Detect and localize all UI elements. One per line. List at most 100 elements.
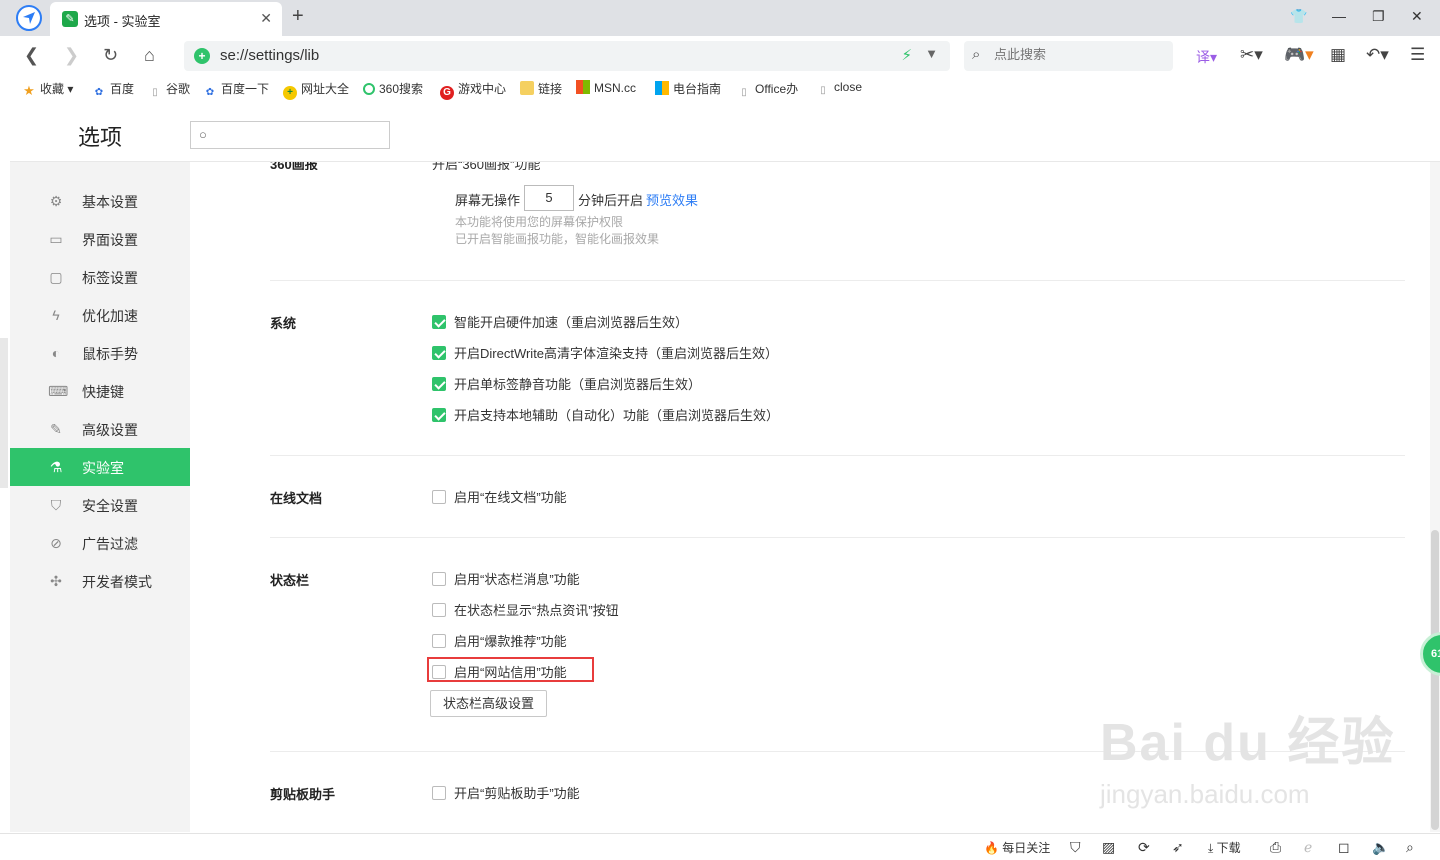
- grid-icon[interactable]: ▦: [1330, 45, 1346, 65]
- close-window-button[interactable]: ✕: [1411, 8, 1423, 25]
- sidebar-item-speedup[interactable]: ϟ 优化加速: [10, 296, 190, 334]
- bookmark-item[interactable]: ▯ close: [816, 80, 862, 98]
- zoom-icon[interactable]: ⌕: [1406, 839, 1414, 856]
- image-icon[interactable]: ▨: [1102, 839, 1115, 856]
- sidebar-item-security[interactable]: ⛉ 安全设置: [10, 486, 190, 524]
- bookmark-item[interactable]: G 游戏中心: [440, 80, 506, 100]
- game-controller-icon[interactable]: 🎮▾: [1284, 45, 1314, 65]
- window-icon[interactable]: ◻: [1338, 839, 1350, 856]
- divider: [270, 537, 1405, 538]
- close-tab-icon[interactable]: ✕: [260, 10, 272, 27]
- scrollbar-thumb[interactable]: [1431, 530, 1439, 830]
- game-g-icon: G: [440, 86, 454, 100]
- rocket-icon[interactable]: ➶: [1172, 839, 1184, 856]
- checkbox[interactable]: [432, 634, 446, 648]
- sidebar-item-mouse[interactable]: ◐ 鼠标手势: [10, 334, 190, 372]
- sidebar-item-shortcuts[interactable]: ⌨ 快捷键: [10, 372, 190, 410]
- sidebar-item-basic[interactable]: ⚙ 基本设置: [10, 182, 190, 220]
- idle-prefix: 屏幕无操作: [455, 193, 521, 208]
- checkbox[interactable]: [432, 408, 446, 422]
- section-label-screensaver: 360画报: [270, 162, 318, 170]
- statusbar-option[interactable]: 启用“状态栏消息”功能: [432, 569, 580, 588]
- statusbar-advanced-button[interactable]: 状态栏高级设置: [430, 690, 547, 717]
- bookmark-item[interactable]: ✿ 百度一下: [203, 80, 269, 100]
- star-icon: ★: [23, 83, 35, 98]
- system-option[interactable]: 开启单标签静音功能（重启浏览器后生效）: [432, 374, 701, 393]
- checkbox[interactable]: [432, 572, 446, 586]
- tab-title: 选项 - 实验室: [84, 14, 161, 29]
- sidebar-item-lab[interactable]: ⚗ 实验室: [10, 448, 190, 486]
- translate-icon[interactable]: 译▾: [1196, 47, 1217, 67]
- search-input[interactable]: [994, 47, 1164, 62]
- skin-icon[interactable]: 👕: [1290, 8, 1307, 25]
- scissors-icon[interactable]: ✂▾: [1240, 45, 1263, 65]
- minimize-button[interactable]: —: [1332, 8, 1346, 24]
- shield-status-icon[interactable]: ⛉: [1070, 839, 1081, 856]
- shield-icon: ⛉: [50, 497, 62, 513]
- sidebar-item-developer[interactable]: ✣ 开发者模式: [10, 562, 190, 600]
- refresh-icon[interactable]: ⟳: [1138, 839, 1150, 856]
- checkbox[interactable]: [432, 346, 446, 360]
- url-text[interactable]: se://settings/lib: [220, 47, 319, 64]
- search-box[interactable]: ⌕: [964, 41, 1173, 71]
- window-icon: ▭: [49, 231, 63, 247]
- reload-button[interactable]: ↻: [103, 45, 118, 66]
- home-button[interactable]: ⌂: [144, 45, 155, 66]
- checkbox[interactable]: [432, 377, 446, 391]
- checkbox[interactable]: [432, 315, 446, 329]
- bookmark-item[interactable]: 电台指南: [655, 80, 721, 97]
- forward-button[interactable]: ❯: [64, 45, 79, 66]
- bookmark-item[interactable]: + 网址大全: [283, 80, 349, 100]
- sidebar-item-tabs[interactable]: ▢ 标签设置: [10, 258, 190, 296]
- system-option[interactable]: 开启DirectWrite高清字体渲染支持（重启浏览器后生效）: [432, 343, 778, 362]
- search-icon: ○: [199, 127, 207, 142]
- bookmark-item[interactable]: ✿ 百度: [92, 80, 134, 100]
- statusbar-option[interactable]: 在状态栏显示“热点资讯”按钮: [432, 600, 619, 619]
- statusbar-option[interactable]: 启用“爆款推荐”功能: [432, 631, 567, 650]
- browser-logo-icon[interactable]: [16, 5, 42, 31]
- download-button[interactable]: ⤓ 下载: [1208, 839, 1241, 856]
- flame-icon: 🔥: [984, 841, 999, 855]
- daily-focus-button[interactable]: 🔥 每日关注: [984, 839, 1050, 856]
- checkbox[interactable]: [432, 603, 446, 617]
- folder-icon: [520, 81, 534, 95]
- bookmark-item[interactable]: 360搜索: [363, 80, 423, 97]
- menu-icon[interactable]: ☰: [1410, 45, 1425, 65]
- bookmark-item[interactable]: ★ 收藏 ▾: [22, 80, 73, 98]
- search-q-icon: [363, 83, 375, 95]
- sidebar-item-advanced[interactable]: ✎ 高级设置: [10, 410, 190, 448]
- wrench-icon: ✎: [62, 11, 78, 27]
- print-icon[interactable]: ⎙: [1270, 839, 1281, 856]
- settings-search-input[interactable]: ○: [190, 121, 390, 149]
- restore-button[interactable]: ❐: [1372, 8, 1385, 25]
- undo-icon[interactable]: ↶▾: [1366, 45, 1389, 65]
- screensaver-note: 本功能将使用您的屏幕保护权限: [455, 215, 624, 229]
- chevron-down-icon[interactable]: ▼: [925, 46, 938, 61]
- screensaver-option[interactable]: 开启“360画报”功能: [432, 162, 540, 170]
- volume-icon[interactable]: 🔈: [1372, 839, 1389, 856]
- ie-icon[interactable]: ℯ: [1304, 839, 1312, 856]
- bookmark-item[interactable]: ▯ Office办: [737, 80, 798, 100]
- sidebar-item-adblock[interactable]: ⊘ 广告过滤: [10, 524, 190, 562]
- sidebar-collapse-handle[interactable]: [0, 338, 8, 488]
- system-option[interactable]: 开启支持本地辅助（自动化）功能（重启浏览器后生效）: [432, 405, 779, 424]
- new-tab-button[interactable]: +: [292, 5, 304, 28]
- idle-minutes-input[interactable]: 5: [524, 185, 574, 211]
- bookmark-item[interactable]: MSN.cc: [576, 80, 636, 95]
- speed-bolt-icon[interactable]: ⚡: [901, 46, 912, 64]
- section-label-clipboard: 剪贴板助手: [270, 787, 336, 802]
- bookmark-item[interactable]: 链接: [520, 80, 562, 97]
- idle-suffix: 分钟后开启: [578, 193, 644, 208]
- online-docs-option[interactable]: 启用“在线文档”功能: [432, 487, 567, 506]
- sidebar-item-interface[interactable]: ▭ 界面设置: [10, 220, 190, 258]
- system-option[interactable]: 智能开启硬件加速（重启浏览器后生效）: [432, 312, 688, 331]
- checkbox[interactable]: [432, 786, 446, 800]
- address-bar[interactable]: + se://settings/lib ⚡ ▼: [184, 41, 950, 71]
- back-button[interactable]: ❮: [24, 45, 39, 66]
- clipboard-option[interactable]: 开启“剪贴板助手”功能: [432, 783, 580, 802]
- bookmark-item[interactable]: ▯ 谷歌: [148, 80, 190, 100]
- security-shield-icon[interactable]: +: [194, 48, 210, 64]
- checkbox[interactable]: [432, 490, 446, 504]
- preview-link[interactable]: 预览效果: [646, 190, 698, 209]
- tab-options[interactable]: ✎ 选项 - 实验室 ✕: [50, 2, 282, 36]
